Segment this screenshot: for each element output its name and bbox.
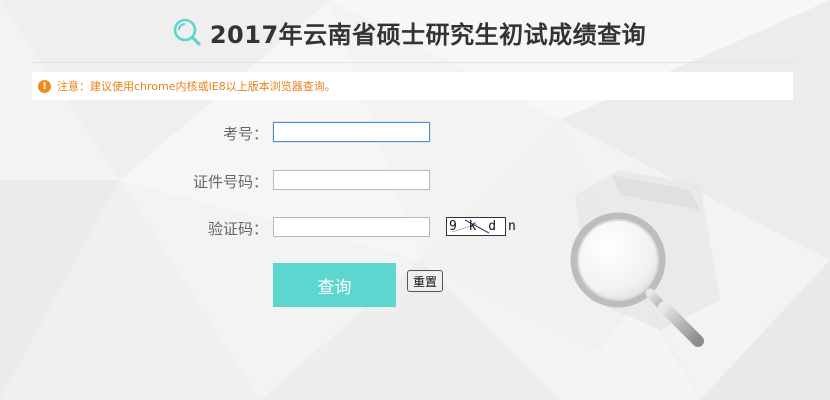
captcha-input[interactable] (273, 217, 430, 237)
captcha-image[interactable]: 9 k d n (446, 217, 516, 236)
captcha-text: 9 k d n (449, 219, 518, 234)
header-divider (32, 62, 793, 63)
exam-number-input[interactable] (273, 122, 430, 142)
id-number-label: 证件号码： (192, 173, 268, 191)
title-group: 2017年云南省硕士研究生初试成绩查询 (172, 15, 646, 50)
exam-number-row: 考号： (0, 122, 830, 146)
search-icon (173, 18, 201, 46)
page-title: 2017年云南省硕士研究生初试成绩查询 (209, 20, 647, 49)
query-button[interactable]: 查询 (273, 263, 396, 307)
magnifier-illustration (570, 212, 704, 347)
exam-number-label: 考号： (222, 125, 268, 143)
notice-text: 注意：建议使用chrome内核或IE8以上版本浏览器查询。 (57, 80, 336, 93)
exclamation-icon: ! (38, 79, 51, 93)
captcha-label: 验证码： (207, 220, 268, 238)
page: 2017年云南省硕士研究生初试成绩查询 ! 注意：建议使用chrome内核或IE… (0, 0, 830, 400)
notice-bar: ! 注意：建议使用chrome内核或IE8以上版本浏览器查询。 (32, 72, 793, 100)
page-header: 2017年云南省硕士研究生初试成绩查询 (0, 0, 830, 64)
id-number-input[interactable] (273, 170, 430, 190)
reset-button[interactable]: 重置 (407, 270, 443, 292)
